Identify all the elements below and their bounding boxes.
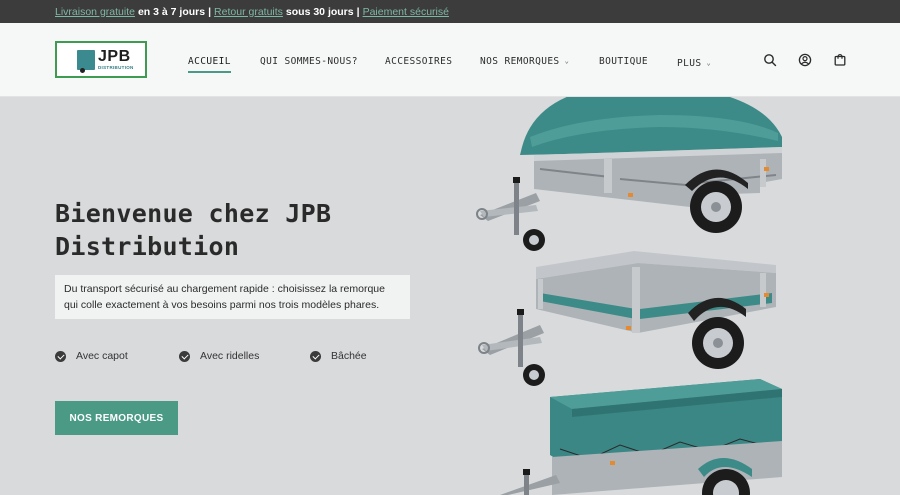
- free-returns-link[interactable]: Retour gratuits: [214, 6, 283, 18]
- nav-item-qui-sommes-nous[interactable]: QUI SOMMES-NOUS?: [260, 56, 358, 67]
- hero-description: Du transport sécurisé au chargement rapi…: [55, 275, 410, 319]
- nav-item-accessoires[interactable]: ACCESSOIRES: [385, 56, 452, 67]
- nav-item-boutique[interactable]: BOUTIQUE: [599, 56, 648, 67]
- cart-icon[interactable]: [833, 53, 847, 67]
- logo-tagline: DISTRIBUTION: [98, 64, 134, 70]
- trailer-with-cover-image: [476, 97, 782, 251]
- feature-label: Avec capot: [76, 350, 128, 362]
- feature-label: Bâchée: [331, 350, 367, 362]
- site-header: JPB DISTRIBUTION ACCUEIL QUI SOMMES-NOUS…: [0, 23, 900, 97]
- site-logo[interactable]: JPB DISTRIBUTION: [55, 41, 147, 78]
- trailers-image: [476, 97, 782, 495]
- nav-item-label: PLUS: [677, 58, 702, 69]
- feature-label: Avec ridelles: [200, 350, 260, 362]
- returns-period-text: sous 30 jours: [285, 5, 354, 18]
- nav-item-plus[interactable]: PLUS ⌄: [677, 58, 711, 69]
- search-icon[interactable]: [763, 53, 777, 67]
- check-circle-icon: [179, 350, 190, 362]
- secure-payment-link[interactable]: Paiement sécurisé: [363, 6, 449, 18]
- feature-item: Bâchée: [310, 350, 367, 362]
- nav-item-accueil[interactable]: ACCUEIL: [188, 56, 231, 73]
- announcement-bar: Livraison gratuite en 3 à 7 jours | Reto…: [0, 0, 900, 23]
- logo-name: JPB: [98, 47, 131, 65]
- separator: |: [208, 5, 212, 18]
- hero-title: Bienvenue chez JPB Distribution: [55, 199, 332, 261]
- nav-item-nos-remorques[interactable]: NOS REMORQUES ⌄: [480, 56, 569, 67]
- trailer-logo-icon: [77, 49, 95, 73]
- nos-remorques-button[interactable]: NOS REMORQUES: [55, 401, 178, 435]
- chevron-down-icon: ⌄: [564, 57, 570, 65]
- feature-item: Avec ridelles: [179, 350, 259, 362]
- check-circle-icon: [310, 350, 321, 362]
- free-delivery-link[interactable]: Livraison gratuite: [55, 6, 135, 18]
- trailer-with-tarp-image: [500, 379, 782, 495]
- trailer-with-sides-image: [478, 251, 776, 386]
- nav-item-label: NOS REMORQUES: [480, 56, 560, 67]
- hero-section: Bienvenue chez JPB Distribution Du trans…: [0, 97, 900, 495]
- check-circle-icon: [55, 350, 66, 362]
- feature-item: Avec capot: [55, 350, 128, 362]
- separator: |: [356, 5, 360, 18]
- account-icon[interactable]: [798, 53, 812, 67]
- delivery-time-text: en 3 à 7 jours: [137, 5, 206, 18]
- chevron-down-icon: ⌄: [706, 59, 712, 67]
